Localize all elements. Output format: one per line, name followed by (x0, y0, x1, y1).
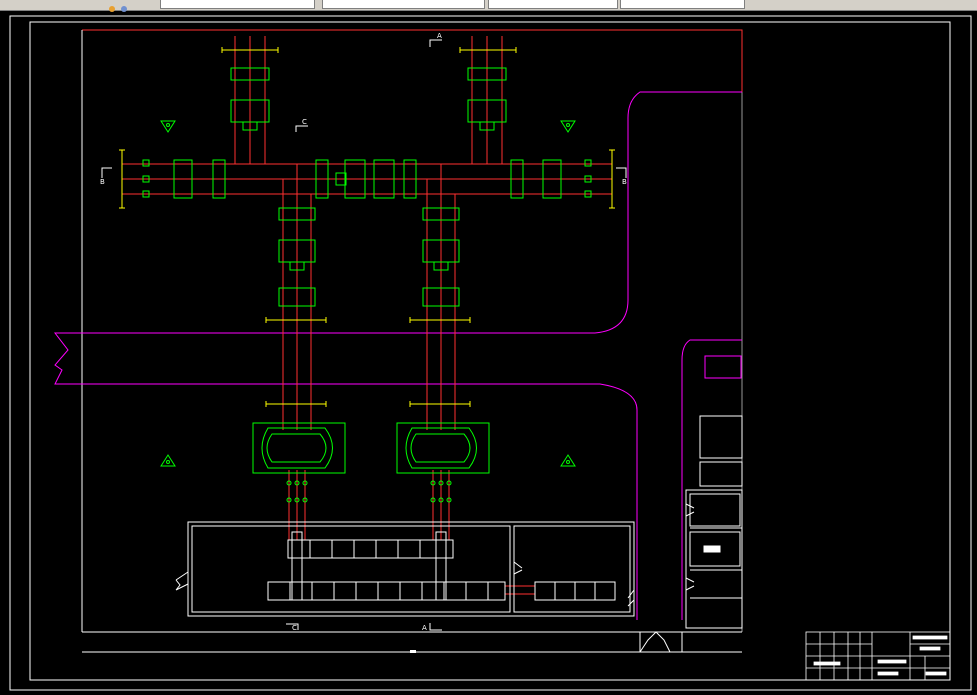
section-b-right: B (616, 167, 627, 186)
busbar-lines (122, 36, 612, 595)
site-boundary (82, 29, 743, 92)
lineweight-field[interactable] (620, 0, 745, 9)
toolbar-icons[interactable] (104, 0, 152, 12)
section-c-bottom: C (286, 623, 299, 632)
side-box-magenta (704, 355, 742, 379)
equipment (142, 67, 592, 503)
entrance-mark (639, 631, 671, 653)
panel-row-lower (267, 581, 506, 601)
control-building (175, 521, 635, 617)
color-field[interactable] (322, 0, 485, 9)
cad-drawing[interactable]: A A B B C C (0, 10, 977, 695)
svg-text:B: B (100, 178, 105, 186)
grade-markers (160, 120, 576, 467)
linetype-field[interactable] (488, 0, 618, 9)
dimension-marks (119, 47, 615, 407)
section-b-left: B (100, 167, 112, 186)
side-building (685, 415, 743, 629)
outer-frame (9, 15, 972, 691)
svg-text:C: C (292, 624, 297, 632)
svg-text:B: B (622, 178, 627, 186)
svg-text:C: C (302, 118, 307, 126)
title-block (805, 631, 951, 681)
panel-row-upper (287, 539, 454, 559)
section-a-top: A (429, 32, 442, 47)
section-c-top: C (295, 118, 308, 132)
section-a-bottom: A (422, 623, 442, 632)
svg-text:A: A (422, 624, 427, 632)
layer-field[interactable] (160, 0, 315, 9)
svg-text:A: A (437, 32, 442, 40)
